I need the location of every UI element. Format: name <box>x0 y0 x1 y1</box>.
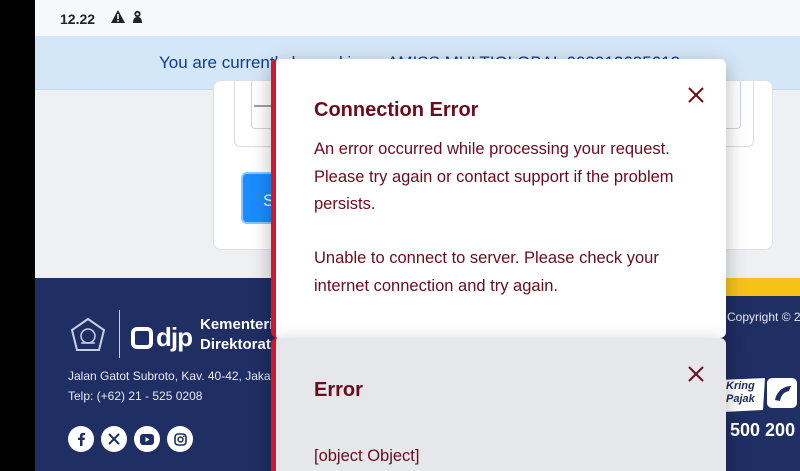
toast-detail: Unable to connect to server. Please chec… <box>314 249 659 295</box>
close-icon[interactable] <box>686 85 706 105</box>
facebook-icon[interactable] <box>68 426 94 452</box>
footer-logo-divider <box>119 310 120 358</box>
alert-triangle-icon <box>111 10 125 26</box>
footer-phone: Telp: (+62) 21 - 525 0208 <box>68 389 203 403</box>
close-icon[interactable] <box>686 364 706 384</box>
kring-pajak-label: Kring Pajak <box>726 380 755 405</box>
djp-logo-text: djp <box>156 322 193 352</box>
social-links <box>68 426 193 452</box>
ministry-emblem-icon <box>70 317 106 351</box>
youtube-icon[interactable] <box>134 426 160 452</box>
error-toast: Error [object Object] <box>271 338 726 471</box>
footer-copyright: Copyright © 2026 Direktorat Jenderal Paj… <box>727 310 800 324</box>
toast-title: Error <box>314 379 363 401</box>
app-screen: 12.22 You are currently logged in as AMI… <box>35 0 800 471</box>
notification-icon <box>131 10 144 27</box>
connection-error-toast: Connection Error An error occurred while… <box>271 59 726 338</box>
footer-hotline: 1 500 200 <box>715 420 796 440</box>
x-icon[interactable] <box>101 426 127 452</box>
kring-pajak-logo: Kring Pajak <box>717 374 800 416</box>
toast-message: [object Object] <box>314 447 420 465</box>
toast-message: An error occurred while processing your … <box>314 140 674 213</box>
status-bar: 12.22 <box>35 0 800 36</box>
toast-title: Connection Error <box>314 99 479 121</box>
djp-logo: djp <box>131 322 193 353</box>
djp-logo-mark-icon <box>131 327 153 349</box>
instagram-icon[interactable] <box>167 426 193 452</box>
status-time: 12.22 <box>60 11 96 27</box>
